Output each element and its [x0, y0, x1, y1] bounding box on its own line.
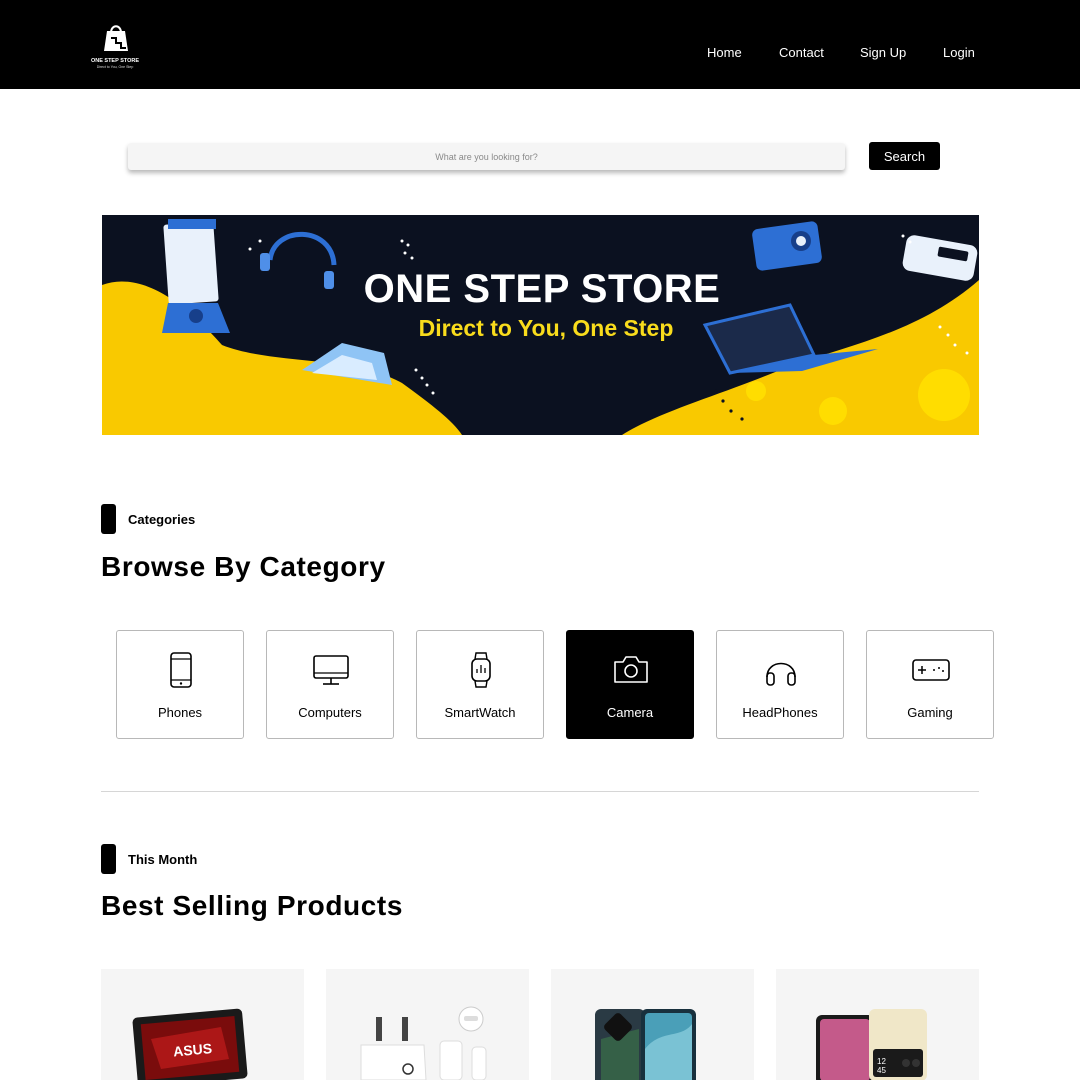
store-logo[interactable]: ONE STEP STORE Direct to You, One Step — [88, 22, 142, 72]
category-smartwatch[interactable]: SmartWatch — [416, 630, 544, 739]
category-label: Computers — [298, 705, 362, 720]
laptop-image: ASUS — [132, 1008, 248, 1080]
hero-banner[interactable]: ONE STEP STORE Direct to You, One Step — [102, 215, 979, 435]
product-card-asus-laptop[interactable]: ASUS — [101, 969, 304, 1080]
smartphone-image — [595, 1009, 696, 1080]
logo-tagline: Direct to You, One Step — [96, 65, 134, 69]
category-camera[interactable]: Camera — [566, 630, 694, 739]
categories-tag: Categories — [128, 512, 196, 527]
gamepad-icon — [911, 651, 951, 689]
nav-login[interactable]: Login — [943, 45, 975, 60]
category-label: HeadPhones — [742, 705, 818, 720]
product-card-smartphone[interactable] — [551, 969, 754, 1080]
flip-phone-image: 12 45 — [816, 1009, 927, 1080]
phone-icon — [161, 651, 201, 689]
svg-text:45: 45 — [877, 1066, 886, 1075]
nav-home[interactable]: Home — [707, 45, 742, 60]
svg-text:12: 12 — [877, 1057, 886, 1066]
category-gaming[interactable]: Gaming — [866, 630, 994, 739]
search-input[interactable] — [128, 143, 845, 170]
search-button[interactable]: Search — [869, 142, 940, 170]
nav-sign-up[interactable]: Sign Up — [860, 45, 906, 60]
headphones-icon — [761, 651, 801, 689]
category-label: Phones — [157, 705, 203, 720]
best-selling-title: Best Selling Products — [101, 890, 403, 921]
banner-title: ONE STEP STORE — [363, 267, 721, 311]
categories-tag-marker — [101, 504, 116, 534]
logo-name: ONE STEP STORE — [90, 58, 140, 64]
category-phones[interactable]: Phones — [116, 630, 244, 739]
browse-by-category-title: Browse By Category — [101, 551, 386, 582]
computer-icon — [311, 651, 351, 689]
product-card-charger[interactable] — [326, 969, 529, 1080]
category-label: SmartWatch — [444, 705, 516, 720]
category-headphones[interactable]: HeadPhones — [716, 630, 844, 739]
charger-image — [360, 1006, 487, 1080]
this-month-tag: This Month — [128, 852, 198, 867]
smartwatch-icon — [461, 651, 501, 689]
section-divider — [101, 791, 979, 792]
this-month-tag-marker — [101, 844, 116, 874]
category-label: Gaming — [907, 705, 953, 720]
nav-contact[interactable]: Contact — [779, 45, 824, 60]
banner-subtitle: Direct to You, One Step — [418, 315, 674, 341]
category-label: Camera — [606, 705, 654, 720]
camera-icon — [611, 651, 651, 689]
svg-text:ASUS: ASUS — [173, 1040, 213, 1059]
product-card-flip-phone[interactable]: 12 45 — [776, 969, 979, 1080]
category-computers[interactable]: Computers — [266, 630, 394, 739]
shopping-bag-icon — [104, 25, 128, 51]
search-bar — [128, 143, 845, 170]
top-navbar: ONE STEP STORE Direct to You, One Step H… — [0, 0, 1080, 89]
